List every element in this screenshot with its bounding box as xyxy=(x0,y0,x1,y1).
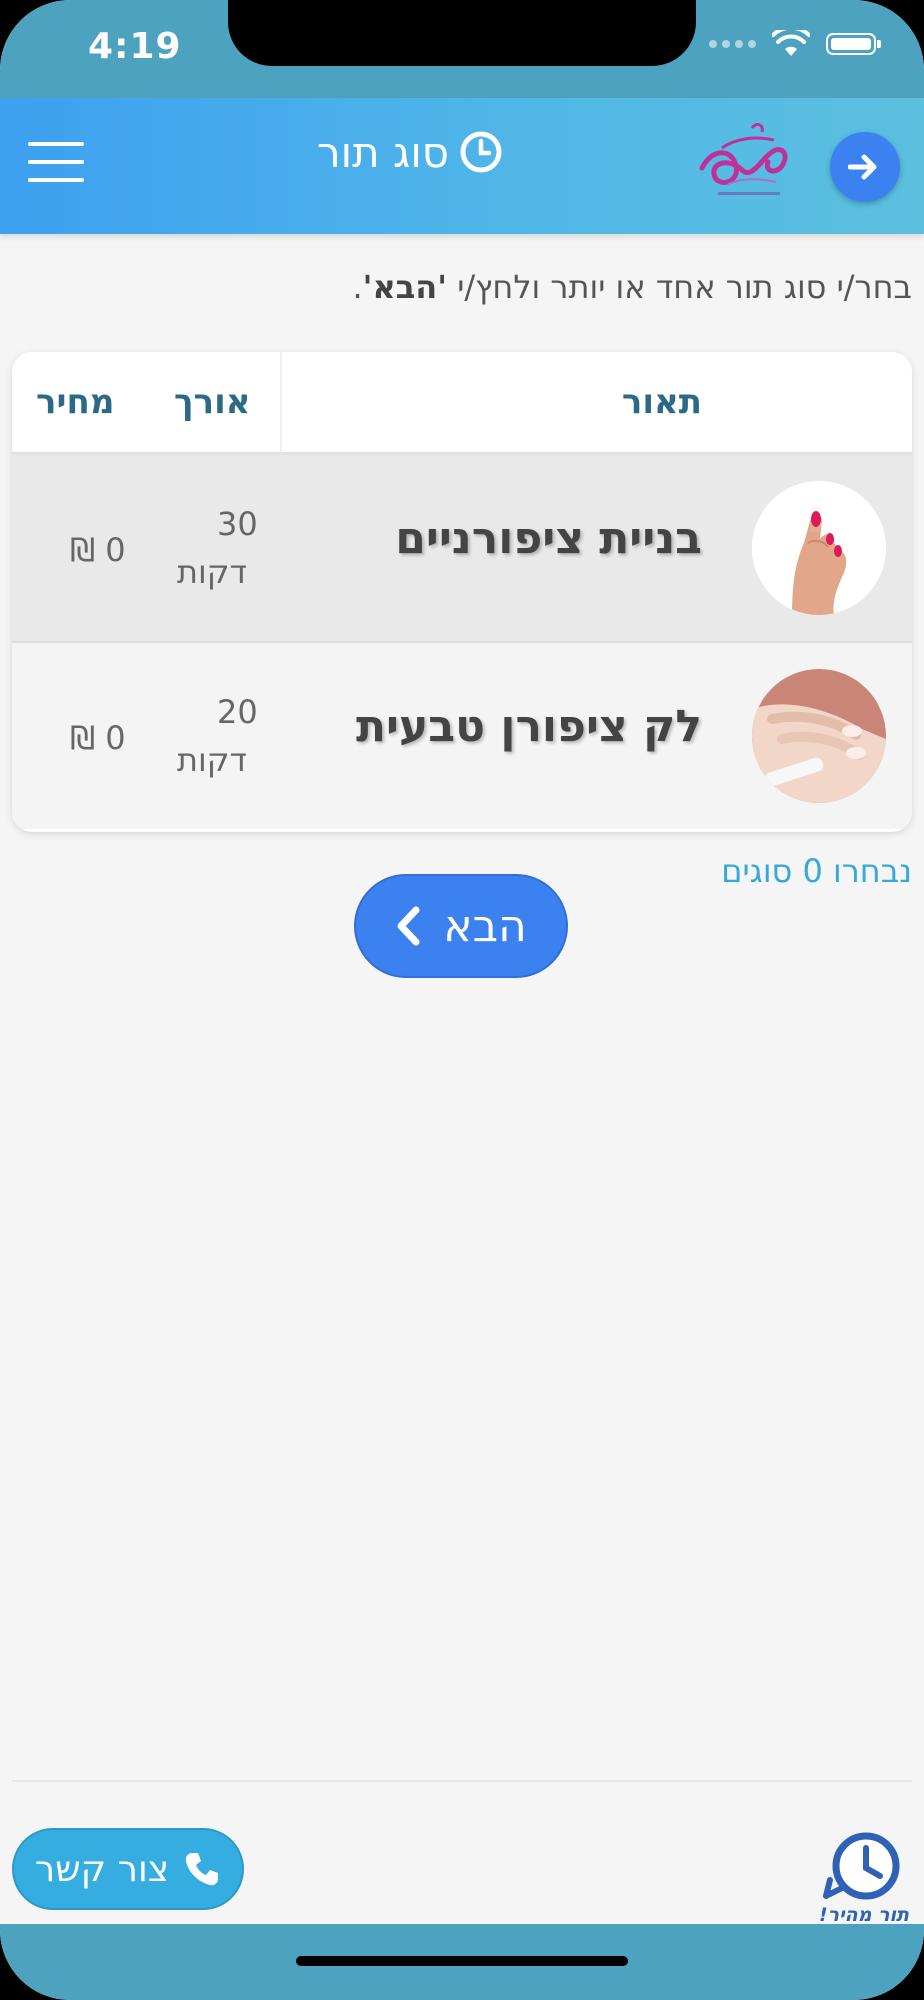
service-duration: 30 xyxy=(217,505,258,543)
column-header-length: אורך xyxy=(174,382,251,422)
app-header: סוג תור xyxy=(0,98,924,234)
quick-appointment-button[interactable]: תור מהיר! xyxy=(812,1826,916,1932)
selected-count: נבחרו 0 סוגים xyxy=(721,852,912,890)
nail-filing-image xyxy=(752,669,886,803)
next-button[interactable]: הבא xyxy=(354,874,568,978)
wifi-icon xyxy=(772,30,810,56)
service-price: 0 ₪ xyxy=(70,531,126,569)
instruction-emphasis: 'הבא' xyxy=(362,268,448,306)
service-duration-unit: דקות xyxy=(177,553,247,591)
phone-icon xyxy=(185,1853,219,1886)
page-title-group: סוג תור xyxy=(280,122,540,182)
status-bar: 4:19 xyxy=(0,0,924,98)
device-notch xyxy=(228,0,696,66)
column-header-price: מחיר xyxy=(36,382,115,422)
status-time: 4:19 xyxy=(88,26,182,67)
next-button-label: הבא xyxy=(443,900,527,952)
page-title: סוג תור xyxy=(316,127,450,177)
footer-divider xyxy=(12,1780,912,1782)
quick-appointment-label: תור מהיר! xyxy=(818,1904,910,1926)
contact-button-label: צור קשר xyxy=(34,1848,170,1890)
hamburger-menu-icon[interactable] xyxy=(28,142,84,186)
service-duration-unit: דקות xyxy=(177,741,247,779)
cellular-signal-icon xyxy=(709,40,756,48)
app-screen: 4:19 סוג תור בחר/י סוג תור אחד או יותר ו… xyxy=(0,0,924,2000)
services-table: תאור אורך מחיר בניית ציפורניים 30 דקות 0… xyxy=(12,352,912,832)
instruction-main: בחר/י סוג תור אחד או יותר ולחץ/י xyxy=(457,268,912,306)
salon-logo xyxy=(692,118,812,214)
quick-clock-icon xyxy=(823,1832,900,1900)
instruction-text: בחר/י סוג תור אחד או יותר ולחץ/י 'הבא'. xyxy=(12,268,912,306)
manicure-hand-image xyxy=(752,481,886,615)
table-row[interactable]: לק ציפורן טבעית 20 דקות 0 ₪ xyxy=(12,643,912,829)
arrow-right-icon xyxy=(848,154,877,180)
service-duration: 20 xyxy=(217,693,258,731)
chevron-left-icon xyxy=(397,906,420,946)
service-name: לק ציפורן טבעית xyxy=(355,701,702,752)
column-divider xyxy=(280,352,282,452)
clock-icon xyxy=(459,130,503,174)
forward-button[interactable] xyxy=(830,132,900,202)
home-indicator[interactable] xyxy=(296,1956,628,1966)
instruction-period: . xyxy=(352,268,363,306)
table-row[interactable]: בניית ציפורניים 30 דקות 0 ₪ xyxy=(12,455,912,643)
status-icons xyxy=(709,30,881,58)
battery-icon xyxy=(826,33,881,55)
table-header: תאור אורך מחיר xyxy=(12,352,912,455)
service-price: 0 ₪ xyxy=(70,719,126,757)
service-name: בניית ציפורניים xyxy=(395,513,702,564)
column-header-description: תאור xyxy=(621,382,702,422)
contact-button[interactable]: צור קשר xyxy=(12,1828,244,1910)
